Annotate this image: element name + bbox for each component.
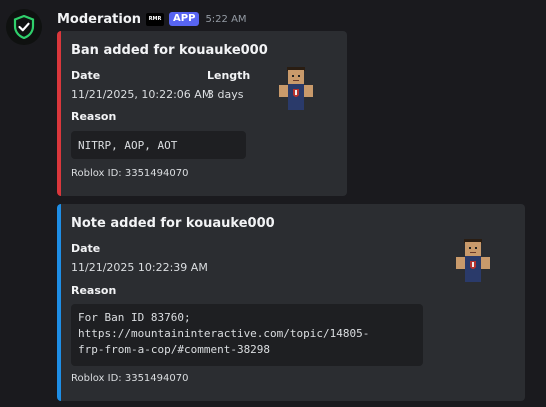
reason-text: NITRP, AOP, AOT bbox=[78, 139, 178, 152]
reason-link-line: frp-from-a-cop/#comment-38298 bbox=[78, 343, 271, 356]
bot-avatar[interactable] bbox=[6, 9, 42, 45]
message-header: Moderation RMR APP 5:22 AM bbox=[57, 10, 247, 28]
field-value-date: 11/21/2025, 10:22:06 AM bbox=[71, 88, 212, 101]
field-value-length: 3 days bbox=[207, 88, 244, 101]
reason-link-line: https://mountaininteractive.com/topic/14… bbox=[78, 327, 370, 340]
field-name-reason: Reason bbox=[71, 110, 117, 123]
embed-title: Ban added for kouauke000 bbox=[71, 43, 268, 58]
embed-title: Note added for kouauke000 bbox=[71, 216, 275, 231]
field-name-length: Length bbox=[207, 69, 251, 82]
note-embed: Note added for kouauke000 Date 11/21/202… bbox=[57, 204, 525, 401]
embed-footer: Roblox ID: 3351494070 bbox=[71, 373, 189, 384]
field-value-date: 11/21/2025 10:22:39 AM bbox=[71, 261, 208, 274]
app-badge: APP bbox=[169, 12, 200, 26]
message-timestamp[interactable]: 5:22 AM bbox=[205, 14, 246, 25]
roblox-avatar-thumbnail[interactable] bbox=[264, 65, 328, 115]
roblox-avatar-thumbnail[interactable] bbox=[441, 237, 505, 287]
author-name[interactable]: Moderation bbox=[57, 12, 141, 27]
embed-footer: Roblox ID: 3351494070 bbox=[71, 168, 189, 179]
reason-line: For Ban ID 83760; bbox=[78, 311, 191, 324]
reason-code-block: For Ban ID 83760; https://mountainintera… bbox=[71, 304, 423, 366]
field-name-date: Date bbox=[71, 242, 101, 255]
shield-check-icon bbox=[13, 15, 35, 39]
field-name-reason: Reason bbox=[71, 284, 117, 297]
reason-code-block: NITRP, AOP, AOT bbox=[71, 131, 246, 159]
field-name-date: Date bbox=[71, 69, 101, 82]
server-tag-icon[interactable]: RMR bbox=[146, 12, 165, 26]
ban-embed: Ban added for kouauke000 Date 11/21/2025… bbox=[57, 31, 347, 196]
